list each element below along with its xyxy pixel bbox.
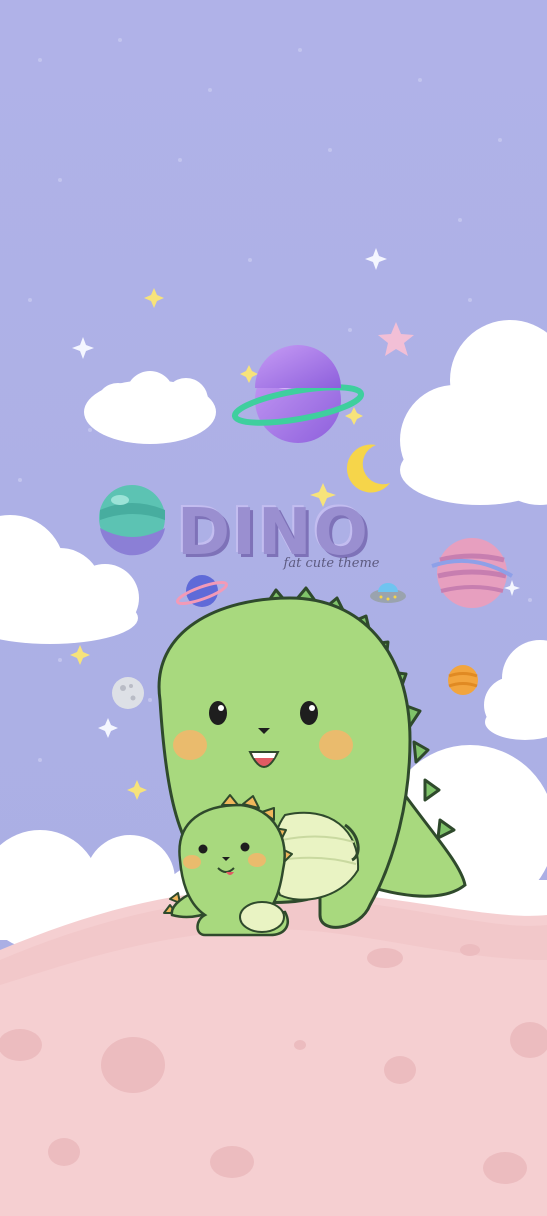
scene-illustration bbox=[0, 0, 547, 1216]
moon-icon bbox=[112, 677, 144, 709]
wallpaper: DINO fat cute theme bbox=[0, 0, 547, 1216]
orange-planet-icon bbox=[448, 665, 478, 695]
subtitle-text: fat cute theme bbox=[283, 556, 380, 571]
